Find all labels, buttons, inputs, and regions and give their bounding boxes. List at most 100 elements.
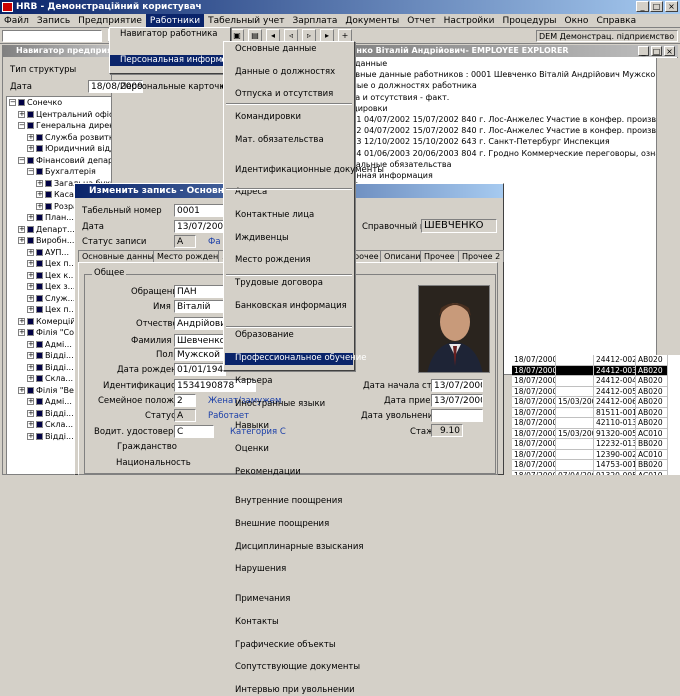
status-record-input[interactable]: А [174, 235, 196, 248]
tabnum-input[interactable]: 0001 [174, 204, 226, 217]
works-menu-item-cards[interactable]: Персональные карточки▸ [110, 82, 230, 94]
explorer-close-button[interactable]: × [664, 46, 675, 56]
personal-menu-item[interactable]: Отпуска и отсутствия [225, 89, 353, 101]
table-row[interactable]: 18/07/2000 12232-013 BB020 [512, 439, 680, 450]
personal-menu-item[interactable]: Основные данные [225, 44, 353, 56]
explorer-minimize-button[interactable]: _ [638, 46, 649, 56]
tree-expand-icon[interactable]: − [27, 168, 34, 175]
personal-menu-item[interactable]: Рекомендации [225, 467, 353, 479]
tree-expand-icon[interactable]: + [18, 386, 25, 394]
table-row[interactable]: 18/07/2000 24412-002 AB020 [512, 355, 680, 366]
explorer-line[interactable]: териальные обязательства [336, 159, 656, 170]
table-row[interactable]: 18/07/2000 42110-013 AB020 [512, 418, 680, 429]
dismissal-date-input[interactable] [431, 409, 483, 422]
tree-expand-icon[interactable]: + [36, 191, 43, 198]
tree-expand-icon[interactable]: + [27, 340, 34, 348]
close-button[interactable]: × [665, 1, 678, 12]
tree-expand-icon[interactable]: + [27, 271, 34, 279]
explorer-maximize-button[interactable]: □ [651, 46, 662, 56]
personal-menu-item[interactable]: Идентификационные документы [225, 165, 384, 177]
menu-7[interactable]: Отчет [403, 14, 439, 28]
table-row[interactable]: 18/07/200015/03/200591320-005AC010 [512, 428, 680, 439]
menu-9[interactable]: Процедуры [498, 14, 560, 28]
tree-expand-icon[interactable]: + [36, 202, 43, 210]
tree-node[interactable]: − Генеральна дирекція [7, 120, 111, 132]
menu-6[interactable]: Документы [341, 14, 403, 28]
explorer-line[interactable]: основные данные работников : 0001 Шевчен… [336, 69, 656, 80]
marital-input[interactable]: 2 [174, 394, 196, 407]
explorer-line[interactable]: 00002 04/07/2002 15/07/2002 840 г. Лос-А… [336, 125, 656, 136]
birth-date-input[interactable]: 01/01/1942 [174, 363, 226, 376]
menu-5[interactable]: Зарплата [288, 14, 341, 28]
menu-3[interactable]: Работники [145, 14, 205, 28]
tree-expand-icon[interactable]: + [27, 145, 34, 152]
tree-node[interactable]: − Бухгалтерія [7, 166, 111, 178]
works-menu-item[interactable]: Навигатор работника [110, 29, 230, 41]
personal-menu-item[interactable]: Нарушения [225, 564, 353, 576]
personal-menu-item[interactable]: Навыки [225, 421, 353, 433]
maximize-button[interactable]: □ [650, 1, 663, 12]
explorer-line[interactable]: данные о должностях работника [336, 80, 656, 91]
menu-11[interactable]: Справка [592, 14, 640, 28]
tree-expand-icon[interactable]: + [27, 432, 34, 440]
personal-menu-item[interactable]: Примечания [225, 594, 353, 606]
tree-expand-icon[interactable]: + [27, 283, 34, 290]
seniority-start-input[interactable]: 13/07/2000 [431, 379, 483, 392]
tree-expand-icon[interactable]: + [27, 352, 34, 359]
personal-menu-item[interactable]: Образование [225, 330, 353, 342]
personal-menu-item[interactable]: Оценки [225, 444, 353, 456]
tab[interactable]: Прочее 2 [458, 250, 505, 262]
table-row[interactable]: 18/07/2000 14753-001 BB020 [512, 460, 680, 471]
personal-menu-item[interactable]: Место рождения [225, 255, 353, 267]
personal-menu-item[interactable]: Иждивенцы [225, 233, 353, 245]
tree-expand-icon[interactable]: + [18, 317, 25, 325]
personal-menu-item[interactable]: Командировки [225, 112, 353, 124]
personal-menu-item[interactable]: Внутренние поощрения [225, 496, 353, 508]
tree-expand-icon[interactable]: − [18, 122, 25, 129]
tree-node[interactable]: + Юридичний відділ [7, 143, 111, 155]
personal-menu-item[interactable]: Иностранные языки [225, 399, 353, 411]
tree-expand-icon[interactable]: + [27, 294, 34, 302]
explorer-line[interactable]: ационная информация [336, 170, 656, 181]
table-row[interactable]: 18/07/200015/03/200524412-006AB020 [512, 397, 680, 408]
menu-8[interactable]: Настройки [440, 14, 499, 28]
explorer-line[interactable]: 00004 01/06/2003 20/06/2003 804 г. Гродн… [336, 148, 656, 159]
table-row[interactable]: 18/07/2000 24412-003 AB020 [512, 365, 680, 376]
explorer-line[interactable]: ные данные [336, 58, 656, 69]
explorer-scrollbar[interactable] [656, 58, 678, 358]
menu-1[interactable]: Запись [33, 14, 74, 28]
tree-node[interactable]: − Фінансовий департамент [7, 155, 111, 167]
personal-menu-item[interactable]: Дисциплинарные взыскания [225, 542, 363, 554]
table-row[interactable]: 18/07/2000 24412-004 AB020 [512, 376, 680, 387]
hire-date-input[interactable]: 13/07/2000 [431, 394, 483, 407]
tree-node[interactable]: + Служба розвитку [7, 132, 111, 144]
tree-expand-icon[interactable]: + [18, 237, 25, 244]
personal-menu-item[interactable]: Мат. обязательства [225, 135, 353, 147]
table-row[interactable]: 18/07/2000 81511-001 AB020 [512, 407, 680, 418]
minimize-button[interactable]: _ [636, 1, 649, 12]
tree-expand-icon[interactable]: + [18, 225, 25, 233]
tree-expand-icon[interactable]: + [27, 363, 34, 371]
personal-menu-item[interactable]: Контакты [225, 617, 353, 629]
personal-menu-item[interactable]: Карьера [225, 376, 353, 388]
tree-node[interactable]: − Сонечко [7, 97, 111, 109]
tree-expand-icon[interactable]: + [18, 110, 25, 118]
tree-expand-icon[interactable]: + [27, 409, 34, 417]
personal-menu-item[interactable]: Внешние поощрения [225, 519, 353, 531]
personal-menu-item[interactable]: Данные о должностях [225, 67, 353, 79]
table-row[interactable]: 18/07/2000 24412-005 AB020 [512, 386, 680, 397]
status-input[interactable]: А [174, 409, 196, 422]
tree-expand-icon[interactable]: + [36, 179, 43, 187]
personal-menu-item[interactable]: Графические объекты [225, 640, 353, 652]
personal-menu-item[interactable]: Сопутствующие документы [225, 662, 360, 674]
explorer-line[interactable]: 00003 12/10/2002 15/10/2002 643 г. Санкт… [336, 136, 656, 147]
tree-expand-icon[interactable]: + [27, 306, 34, 313]
tree-expand-icon[interactable]: − [9, 99, 16, 106]
tree-expand-icon[interactable]: + [27, 214, 34, 221]
personal-menu-item[interactable]: Трудовые договора [225, 278, 353, 290]
refcode-input[interactable]: ШЕВЧЕНКО [421, 219, 497, 233]
gender-select[interactable]: Мужской [174, 348, 226, 361]
tree-expand-icon[interactable]: + [27, 260, 34, 267]
personal-menu-item[interactable]: Интервью при увольнении [225, 685, 355, 696]
toolbar-input[interactable] [2, 30, 102, 42]
